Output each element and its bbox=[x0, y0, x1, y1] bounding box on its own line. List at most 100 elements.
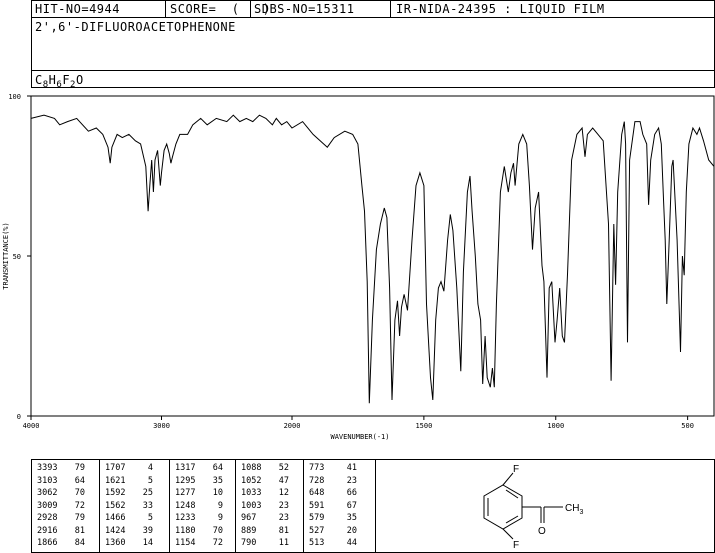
peak-transmittance: 39 bbox=[142, 525, 153, 536]
peak-transmittance: 20 bbox=[346, 525, 357, 536]
peak-wavenumber: 3103 bbox=[37, 475, 58, 486]
ch3-sub: 3 bbox=[579, 509, 583, 516]
ir-spectrum-chart: 4000 3000 2000 1500 1000 500100500 WAVENUMBER… bbox=[2, 93, 715, 441]
x-tick-label-4000: 4000 bbox=[23, 422, 40, 430]
peak-wavenumber: 1621 bbox=[105, 475, 126, 486]
peak-wavenumber: 790 bbox=[241, 538, 257, 548]
peak-transmittance: 79 bbox=[74, 463, 85, 473]
peak-wavenumber: 1052 bbox=[241, 475, 262, 486]
peak-transmittance: 23 bbox=[278, 513, 289, 523]
peak-column-divider bbox=[169, 459, 170, 553]
peak-column-divider bbox=[99, 459, 100, 553]
y-axis-label: TRANSMITTANCE(%) bbox=[2, 222, 10, 289]
bond-f-top bbox=[502, 472, 514, 486]
peak-wavenumber: 1154 bbox=[175, 538, 196, 548]
compound-name: 2',6'-DIFLUOROACETOPHENONE bbox=[35, 20, 236, 34]
peak-wavenumber: 2916 bbox=[37, 525, 58, 536]
peak-transmittance: 66 bbox=[346, 488, 357, 498]
peak-transmittance: 81 bbox=[74, 525, 85, 536]
ch3-main: CH bbox=[565, 503, 579, 514]
peak-wavenumber: 1360 bbox=[105, 538, 126, 548]
peak-wavenumber: 1562 bbox=[105, 500, 126, 511]
peak-wavenumber: 773 bbox=[309, 463, 325, 473]
peak-transmittance: 72 bbox=[74, 500, 85, 511]
peak-wavenumber: 1088 bbox=[241, 463, 262, 473]
atom-f-bottom: F bbox=[513, 540, 519, 551]
peak-wavenumber: 1277 bbox=[175, 488, 196, 498]
peak-transmittance: 9 bbox=[217, 513, 223, 523]
formula-box bbox=[31, 70, 715, 88]
peak-transmittance: 52 bbox=[278, 463, 289, 473]
y-tick-label-100: 100 bbox=[8, 93, 21, 101]
peak-wavenumber: 579 bbox=[309, 513, 325, 523]
x-tick-label-3000: 3000 bbox=[153, 422, 170, 430]
peak-transmittance: 70 bbox=[212, 525, 223, 536]
peak-wavenumber: 1248 bbox=[175, 500, 196, 511]
peak-wavenumber: 728 bbox=[309, 475, 325, 486]
peak-wavenumber: 2928 bbox=[37, 513, 58, 523]
header-divider-3 bbox=[390, 0, 391, 18]
bond-f-bottom bbox=[502, 528, 514, 540]
x-tick-label-1500: 1500 bbox=[415, 422, 432, 430]
peak-transmittance: 4 bbox=[147, 463, 153, 473]
peak-transmittance: 5 bbox=[147, 513, 153, 523]
peak-transmittance: 44 bbox=[346, 538, 357, 548]
header-divider-1 bbox=[165, 0, 166, 18]
peak-wavenumber: 648 bbox=[309, 488, 325, 498]
peak-wavenumber: 1003 bbox=[241, 500, 262, 511]
peak-wavenumber: 889 bbox=[241, 525, 257, 536]
group-ch3: CH3 bbox=[565, 503, 583, 516]
peak-transmittance: 23 bbox=[278, 500, 289, 511]
peak-transmittance: 5 bbox=[147, 475, 153, 486]
sdbs-number: SDBS-NO=15311 bbox=[254, 2, 355, 16]
peak-wavenumber: 1180 bbox=[175, 525, 196, 536]
peak-transmittance: 64 bbox=[212, 463, 223, 473]
peak-transmittance: 33 bbox=[142, 500, 153, 511]
x-tick-label-1000: 1000 bbox=[547, 422, 564, 430]
peak-wavenumber: 1317 bbox=[175, 463, 196, 473]
peak-transmittance: 10 bbox=[212, 488, 223, 498]
peak-transmittance: 70 bbox=[74, 488, 85, 498]
peak-transmittance: 11 bbox=[278, 538, 289, 548]
hit-number: HIT-NO=4944 bbox=[35, 2, 120, 16]
x-tick-label-500: 500 bbox=[681, 422, 694, 430]
peak-transmittance: 35 bbox=[212, 475, 223, 486]
peak-column-divider bbox=[303, 459, 304, 553]
header-row bbox=[31, 0, 715, 18]
peak-wavenumber: 1295 bbox=[175, 475, 196, 486]
peak-transmittance: 12 bbox=[278, 488, 289, 498]
peak-wavenumber: 967 bbox=[241, 513, 257, 523]
molecule-structure: F F O CH3 bbox=[483, 464, 583, 551]
peak-wavenumber: 3009 bbox=[37, 500, 58, 511]
peak-transmittance: 25 bbox=[142, 488, 153, 498]
ir-info: IR-NIDA-24395 : LIQUID FILM bbox=[396, 2, 605, 16]
x-tick-label-2000: 2000 bbox=[284, 422, 301, 430]
peak-wavenumber: 1592 bbox=[105, 488, 126, 498]
peak-wavenumber: 513 bbox=[309, 538, 325, 548]
peak-transmittance: 47 bbox=[278, 475, 289, 486]
peak-table: 3393 79 3103 64 3062 70 3009 72 2928 79 2916 81 1866… bbox=[31, 459, 376, 553]
peak-wavenumber: 527 bbox=[309, 525, 325, 536]
peak-wavenumber: 1424 bbox=[105, 525, 126, 536]
peak-transmittance: 14 bbox=[142, 538, 153, 548]
peak-transmittance: 84 bbox=[74, 538, 85, 548]
peak-wavenumber: 1866 bbox=[37, 538, 58, 548]
peak-column-divider bbox=[235, 459, 236, 553]
peak-transmittance: 35 bbox=[346, 513, 357, 523]
peak-transmittance: 23 bbox=[346, 475, 357, 486]
peak-wavenumber: 1233 bbox=[175, 513, 196, 523]
y-tick-label-0: 0 bbox=[17, 413, 21, 421]
peak-transmittance: 79 bbox=[74, 513, 85, 523]
peak-wavenumber: 1466 bbox=[105, 513, 126, 523]
peak-transmittance: 9 bbox=[217, 500, 223, 511]
peak-transmittance: 67 bbox=[346, 500, 357, 511]
peak-wavenumber: 3062 bbox=[37, 488, 58, 498]
peak-transmittance: 64 bbox=[74, 475, 85, 486]
y-tick-label-50: 50 bbox=[13, 253, 21, 261]
atom-f-top: F bbox=[513, 464, 519, 475]
peak-wavenumber: 1033 bbox=[241, 488, 262, 498]
x-axis-label: WAVENUMBER(-1) bbox=[330, 433, 389, 441]
atom-o: O bbox=[538, 526, 546, 537]
spectrum-line bbox=[30, 114, 715, 404]
benzene-ring bbox=[483, 472, 563, 540]
